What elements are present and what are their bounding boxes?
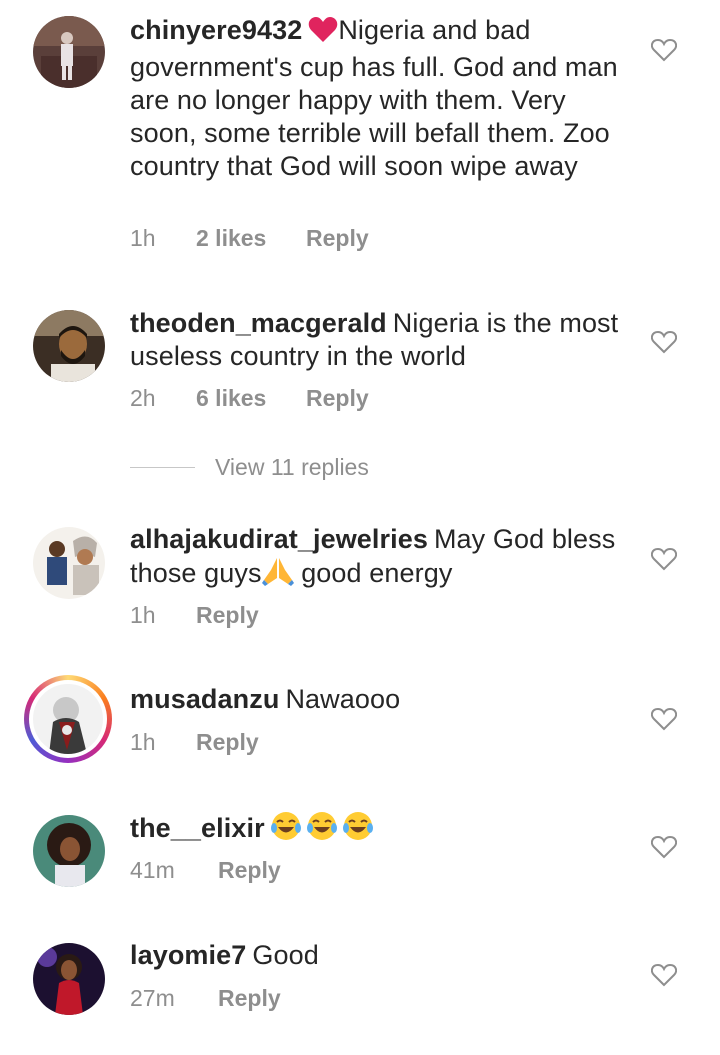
tears-of-joy-icon [270, 811, 375, 849]
comment-meta: 1h Reply [130, 602, 259, 629]
reply-button[interactable]: Reply [196, 729, 259, 756]
avatar-image [33, 684, 103, 754]
divider-line [130, 467, 195, 468]
comment-username[interactable]: theoden_macgerald [130, 308, 387, 338]
reply-button[interactable]: Reply [306, 225, 369, 252]
heart-outline-icon[interactable] [651, 835, 677, 859]
comment-meta: 2h 6 likes Reply [130, 385, 369, 412]
avatar-alhajakudirat-jewelries[interactable] [33, 527, 105, 599]
heart-outline-icon[interactable] [651, 963, 677, 987]
comment-text: alhajakudirat_jewelries May God bless tho… [130, 523, 620, 594]
avatar-image [33, 310, 105, 382]
view-replies-link[interactable]: View 11 replies [130, 454, 369, 481]
folded-hands-icon [261, 556, 294, 594]
comment-body-end: good energy [293, 558, 453, 588]
comment-username[interactable]: layomie7 [130, 940, 246, 970]
heart-outline-icon[interactable] [651, 547, 677, 571]
heart-outline-icon[interactable] [651, 38, 677, 62]
heart-outline-icon[interactable] [651, 707, 677, 731]
avatar-ring-gap [29, 680, 107, 758]
comment-text: layomie7 Good [130, 939, 620, 972]
comment-meta: 1h Reply [130, 729, 259, 756]
reply-button[interactable]: Reply [306, 385, 369, 412]
comment-likes[interactable]: 6 likes [196, 385, 306, 412]
view-replies-label: View 11 replies [215, 454, 369, 480]
comment-time: 1h [130, 602, 156, 628]
reply-button[interactable]: Reply [196, 602, 259, 629]
comment-likes[interactable]: 2 likes [196, 225, 306, 252]
comment-text: musadanzu Nawaooo [130, 683, 620, 716]
comment-text: theoden_macgerald Nigeria is the most use… [130, 307, 620, 373]
comment-time: 1h [130, 225, 156, 251]
comment-meta: 41m Reply [130, 857, 281, 884]
comment-body: Nawaooo [285, 684, 401, 714]
comment-time: 2h [130, 385, 156, 411]
comment-meta: 27m Reply [130, 985, 281, 1012]
avatar-chinyere9432[interactable] [33, 16, 105, 88]
avatar-theoden-macgerald[interactable] [33, 310, 105, 382]
comment-username[interactable]: alhajakudirat_jewelries [130, 524, 428, 554]
comment-time: 41m [130, 857, 175, 883]
heart-outline-icon[interactable] [651, 330, 677, 354]
comment-time: 1h [130, 729, 156, 755]
comment-username[interactable]: the__elixir [130, 813, 265, 843]
reply-button[interactable]: Reply [218, 857, 281, 884]
comment-text: chinyere9432 Nigeria and bad government's… [130, 14, 620, 183]
comment-text: the__elixir [130, 811, 620, 849]
avatar-image [33, 16, 105, 88]
avatar-musadanzu[interactable] [24, 675, 112, 763]
comment-time: 27m [130, 985, 175, 1011]
avatar-layomie7[interactable] [33, 943, 105, 1015]
comment-username[interactable]: chinyere9432 [130, 15, 302, 45]
avatar-image [33, 943, 105, 1015]
comment-meta: 1h 2 likes Reply [130, 225, 369, 252]
comment-body: Good [252, 940, 319, 970]
avatar-image [33, 527, 105, 599]
avatar-image [33, 815, 105, 887]
comment-username[interactable]: musadanzu [130, 684, 279, 714]
reply-button[interactable]: Reply [218, 985, 281, 1012]
avatar-the-elixir[interactable] [33, 815, 105, 887]
red-heart-icon [308, 17, 338, 51]
